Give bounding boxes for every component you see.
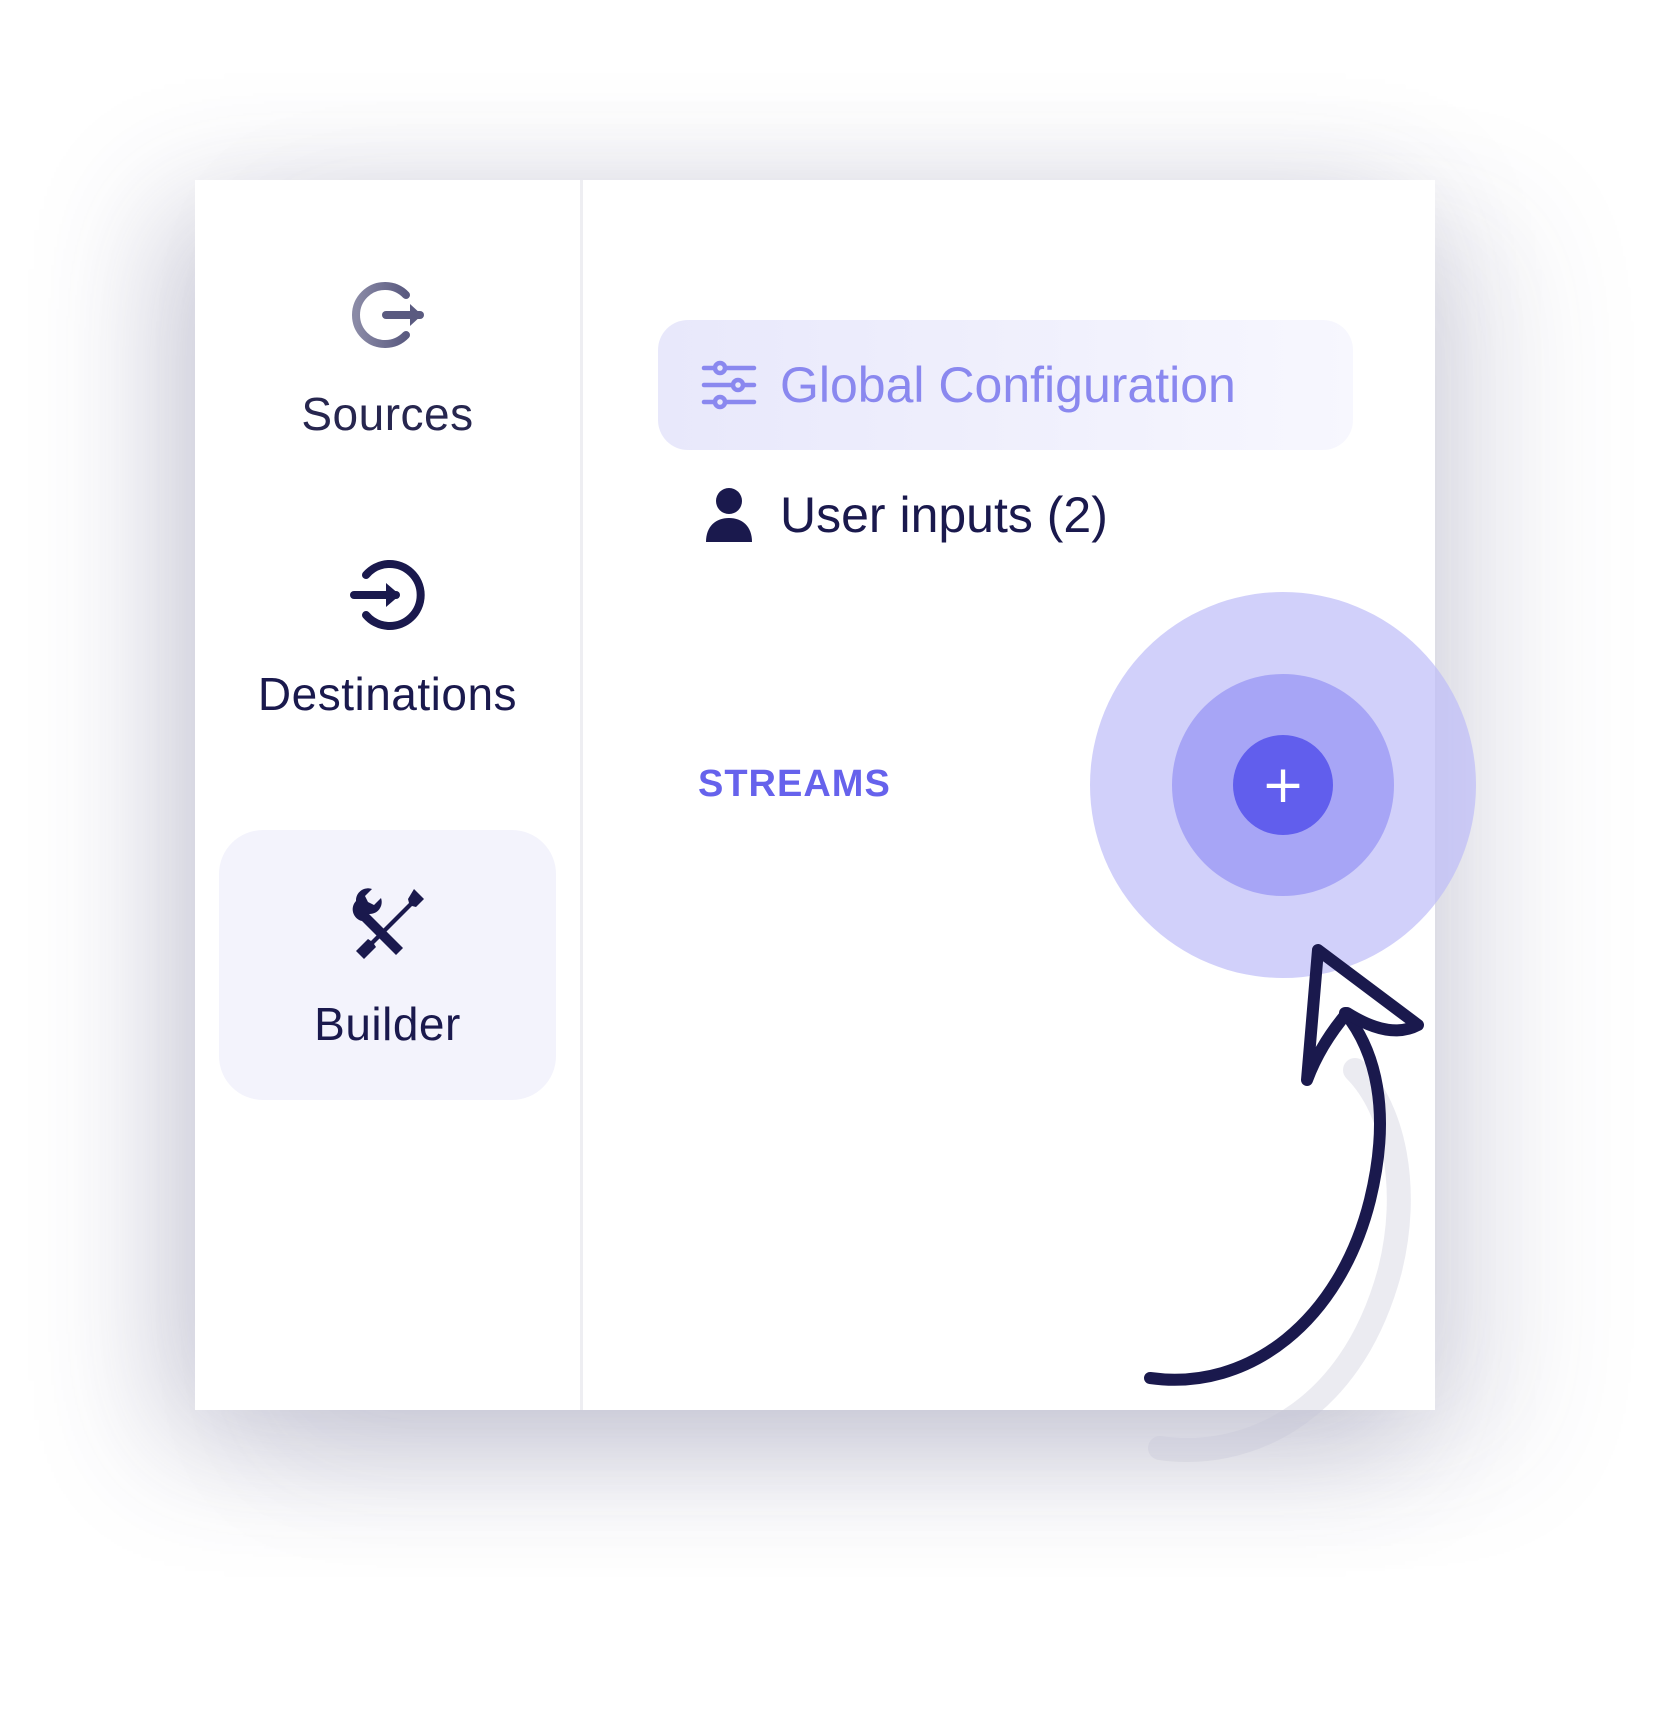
nav-item-builder[interactable]: Builder [219,830,556,1100]
menu-label-user-inputs: User inputs (2) [780,487,1108,543]
nav-label-sources: Sources [301,388,474,440]
nav-label-destinations: Destinations [257,668,518,720]
add-stream-button[interactable]: + [1233,735,1333,835]
sliders-icon [701,360,757,410]
nav-item-destinations[interactable]: Destinations [219,500,556,770]
user-icon [706,488,752,542]
left-navigation: Sources Destinations Builder [195,180,583,1410]
sources-icon [351,282,424,348]
nav-item-sources[interactable]: Sources [219,220,556,490]
destinations-icon [349,560,425,630]
streams-section-label: STREAMS [698,763,891,805]
menu-global-configuration[interactable]: Global Configuration [658,320,1353,450]
builder-tools-icon [352,888,424,959]
nav-label-builder: Builder [314,998,461,1050]
menu-user-inputs[interactable]: User inputs (2) [658,450,1353,580]
menu-label-global-configuration: Global Configuration [780,357,1236,413]
